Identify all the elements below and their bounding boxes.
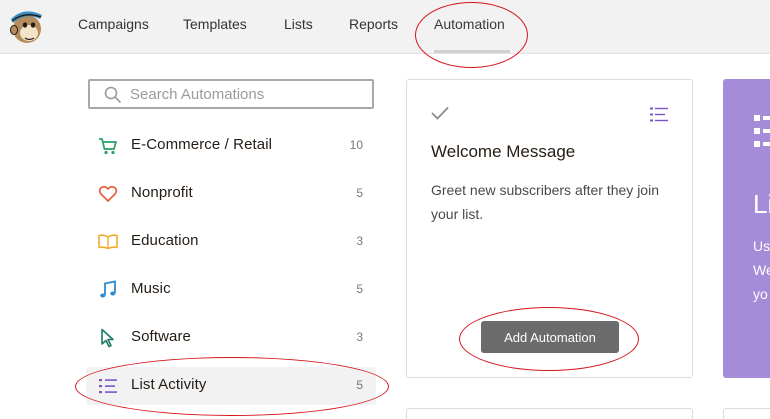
category-item-education[interactable]: Education 3 (86, 223, 376, 261)
automation-card-next-row-right (723, 408, 770, 419)
book-icon (98, 234, 118, 250)
promo-text: Us We yo (753, 238, 770, 302)
active-tab-indicator (434, 50, 510, 53)
music-note-icon (100, 280, 116, 298)
mailchimp-logo-icon[interactable] (6, 3, 46, 47)
search-icon (104, 86, 122, 104)
search-input[interactable] (130, 84, 360, 104)
category-count: 3 (356, 234, 363, 248)
card-title: Welcome Message (431, 142, 576, 161)
promo-card-list[interactable]: Li Us We yo (723, 79, 770, 378)
category-item-music[interactable]: Music 5 (86, 271, 376, 309)
search-box (88, 79, 374, 109)
nav-campaigns[interactable]: Campaigns (78, 16, 149, 32)
heart-icon (98, 185, 118, 202)
list-icon (650, 107, 668, 122)
nav-reports[interactable]: Reports (349, 16, 398, 32)
automation-card-welcome-message: Welcome Message Greet new subscribers af… (406, 79, 693, 378)
category-count: 5 (356, 378, 363, 392)
card-description: Greet new subscribers after they join yo… (431, 182, 659, 222)
category-label: Nonprofit (131, 184, 193, 201)
category-label: E-Commerce / Retail (131, 136, 273, 153)
category-label: Music (131, 280, 171, 297)
checkmark-icon (431, 106, 449, 120)
list-icon (754, 115, 770, 147)
list-icon (99, 379, 117, 394)
category-item-nonprofit[interactable]: Nonprofit 5 (86, 175, 376, 213)
category-label: Software (131, 328, 191, 345)
nav-templates[interactable]: Templates (183, 16, 247, 32)
cart-icon (99, 138, 117, 155)
category-count: 10 (349, 138, 363, 152)
promo-heading: Li (753, 189, 770, 219)
automation-card-next-row (406, 408, 693, 419)
category-label: Education (131, 232, 199, 249)
category-count: 3 (356, 330, 363, 344)
nav-lists[interactable]: Lists (284, 16, 313, 32)
nav-automation[interactable]: Automation (434, 16, 505, 32)
category-count: 5 (356, 186, 363, 200)
category-item-ecommerce[interactable]: E-Commerce / Retail 10 (86, 127, 376, 165)
category-count: 5 (356, 282, 363, 296)
add-automation-button[interactable]: Add Automation (481, 321, 619, 353)
category-label: List Activity (131, 376, 207, 393)
category-item-software[interactable]: Software 3 (86, 319, 376, 357)
cursor-icon (101, 328, 114, 348)
top-navigation-bar: Campaigns Templates Lists Reports Automa… (0, 0, 770, 54)
category-item-list-activity[interactable]: List Activity 5 (86, 367, 376, 405)
